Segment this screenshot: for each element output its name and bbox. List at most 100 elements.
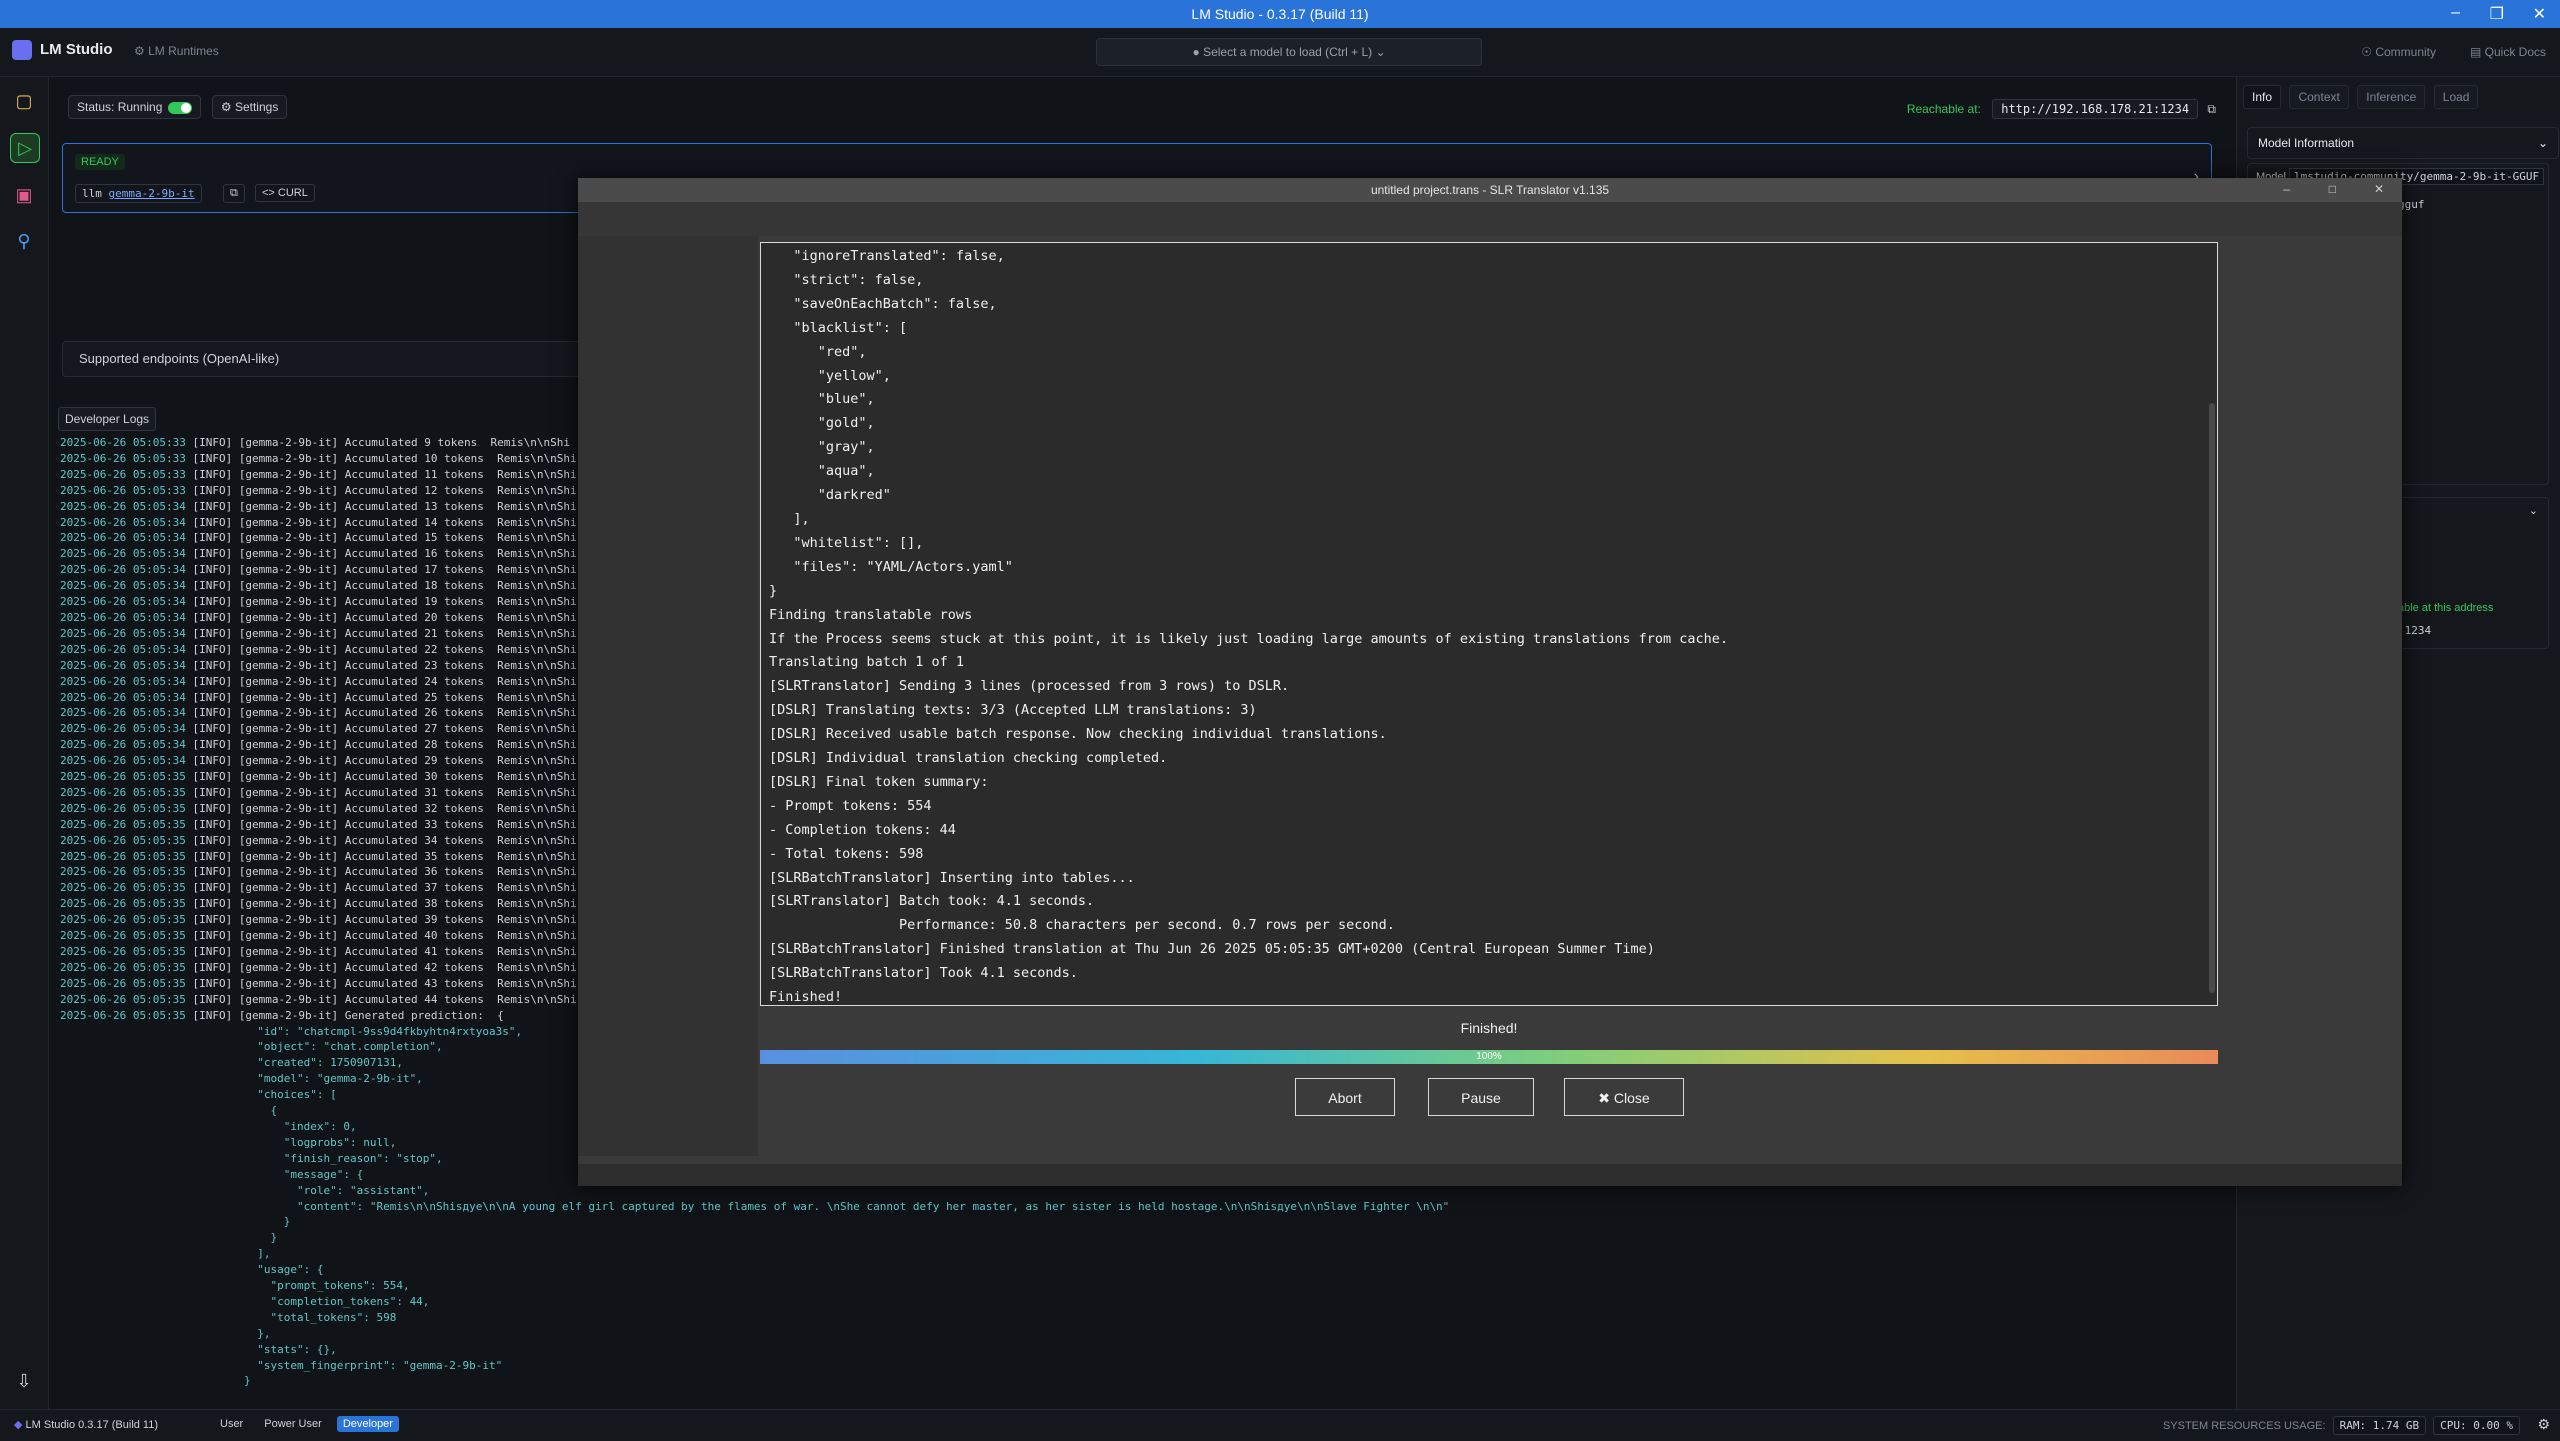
chat-icon[interactable]: ▢	[10, 87, 38, 115]
reachable-at: Reachable at: http://192.168.178.21:1234…	[1907, 99, 2216, 119]
progress-bar: 100%	[760, 1050, 2218, 1064]
log-message: [gemma-2-9b-it] Accumulated 33 tokens Re…	[238, 817, 577, 831]
resource-usage: SYSTEM RESOURCES USAGE: RAM: 1.74 GB CPU…	[2163, 1416, 2520, 1435]
running-switch[interactable]	[168, 101, 193, 114]
background-statusbar	[578, 1164, 2402, 1186]
background-sidebar	[578, 236, 758, 1156]
developer-logs-tab[interactable]: Developer Logs	[58, 407, 157, 431]
search-icon[interactable]: ⚲	[10, 227, 38, 255]
model-information-header[interactable]: Model Information ⌄	[2247, 127, 2559, 159]
log-json-line: "completion_tokens": 44,	[244, 1294, 430, 1308]
mode-power-user[interactable]: Power User	[258, 1416, 327, 1432]
log-level: [INFO]	[192, 595, 239, 609]
log-level: [INFO]	[192, 706, 239, 720]
log-timestamp: 2025-06-26 05:05:35	[60, 785, 193, 799]
abort-button[interactable]: Abort	[1295, 1078, 1395, 1116]
log-level: [INFO]	[192, 467, 239, 481]
model-select-label: Select a model to load (Ctrl + L)	[1203, 45, 1373, 59]
tab-inference[interactable]: Inference	[2357, 85, 2426, 109]
brand-label: LM Studio	[40, 40, 113, 58]
community-link[interactable]: ☉ Community	[2361, 45, 2436, 59]
log-message: [gemma-2-9b-it] Accumulated 25 tokens Re…	[238, 690, 577, 704]
log-timestamp: 2025-06-26 05:05:34	[60, 674, 193, 688]
log-message: [gemma-2-9b-it] Accumulated 9 tokens Rem…	[238, 436, 570, 449]
tab-load[interactable]: Load	[2433, 85, 2479, 109]
log-message: [gemma-2-9b-it] Accumulated 37 tokens Re…	[238, 881, 577, 895]
model-name[interactable]: gemma-2-9b-it	[109, 187, 195, 200]
minimize-icon[interactable]: –	[2283, 182, 2290, 196]
status-toggle[interactable]: Status: Running	[68, 95, 202, 119]
close-icon[interactable]: ✕	[2533, 4, 2546, 24]
log-level: [INFO]	[192, 976, 239, 990]
log-level: [INFO]	[192, 674, 239, 688]
model-select[interactable]: ● Select a model to load (Ctrl + L) ⌄	[1096, 38, 1482, 66]
chevron-down-icon[interactable]: ⌄	[2529, 504, 2538, 517]
log-timestamp: 2025-06-26 05:05:33	[60, 451, 193, 465]
lm-runtimes-link[interactable]: ⚙ LM Runtimes	[134, 44, 219, 58]
right-tabs: Info Context Inference Load	[2243, 85, 2482, 109]
log-timestamp: 2025-06-26 05:05:35	[60, 992, 193, 1006]
close-button[interactable]: ✖ Close	[1564, 1078, 1684, 1116]
log-timestamp: 2025-06-26 05:05:34	[60, 658, 193, 672]
mode-developer[interactable]: Developer	[336, 1416, 399, 1432]
slr-translator-window: untitled project.trans - SLR Translator …	[578, 178, 2402, 1186]
log-level: [INFO]	[192, 547, 239, 561]
log-json-line: "stats": {},	[244, 1342, 337, 1356]
log-level: [INFO]	[192, 849, 239, 863]
pause-button[interactable]: Pause	[1428, 1078, 1534, 1116]
log-json-line: "prompt_tokens": 554,	[244, 1279, 410, 1293]
log-message: [gemma-2-9b-it] Accumulated 20 tokens Re…	[238, 610, 577, 624]
community-label: Community	[2375, 45, 2436, 59]
log-message: [gemma-2-9b-it] Accumulated 22 tokens Re…	[238, 642, 577, 656]
log-json-line: "usage": {	[244, 1263, 324, 1277]
log-level: [INFO]	[192, 865, 239, 879]
settings-button[interactable]: ⚙ Settings	[211, 95, 288, 119]
quick-docs-link[interactable]: ▤ Quick Docs	[2470, 45, 2546, 59]
log-json-line: "total_tokens": 598	[244, 1310, 397, 1324]
chevron-down-icon: ⌄	[2537, 136, 2548, 150]
tab-info[interactable]: Info	[2243, 85, 2282, 109]
port-fragment: :1234	[2398, 624, 2432, 637]
log-timestamp: 2025-06-26 05:05:34	[60, 563, 193, 577]
tab-context[interactable]: Context	[2289, 85, 2349, 109]
close-icon[interactable]: ✕	[2374, 182, 2384, 196]
supported-endpoints[interactable]: Supported endpoints (OpenAI-like)	[62, 341, 640, 377]
log-message: [gemma-2-9b-it] Accumulated 18 tokens Re…	[238, 579, 577, 593]
log-message: [gemma-2-9b-it] Accumulated 40 tokens Re…	[238, 929, 577, 943]
console-scrollbar[interactable]	[2209, 403, 2215, 993]
chip-icon: ●	[1192, 45, 1200, 59]
curl-button[interactable]: <> CURL	[255, 184, 315, 202]
maximize-icon[interactable]: □	[2329, 182, 2336, 196]
reachable-url[interactable]: http://192.168.178.21:1234	[1992, 99, 2199, 119]
log-timestamp: 2025-06-26 05:05:35	[60, 801, 193, 815]
log-message: [gemma-2-9b-it] Accumulated 32 tokens Re…	[238, 801, 577, 815]
lmstudio-logo-icon	[12, 40, 32, 60]
endpoints-label: Supported endpoints (OpenAI-like)	[79, 351, 280, 366]
folder-icon[interactable]: ▣	[10, 181, 38, 209]
mode-user[interactable]: User	[214, 1416, 249, 1432]
log-message: [gemma-2-9b-it] Accumulated 11 tokens Re…	[238, 467, 577, 481]
restore-icon[interactable]: ❐	[2490, 4, 2504, 24]
log-level: [INFO]	[192, 1008, 239, 1022]
log-timestamp: 2025-06-26 05:05:34	[60, 642, 193, 656]
copy-model-button[interactable]: ⧉	[223, 184, 245, 203]
minimize-icon[interactable]: –	[2451, 4, 2460, 22]
log-level: [INFO]	[192, 531, 239, 545]
log-timestamp: 2025-06-26 05:05:35	[60, 881, 193, 895]
log-timestamp: 2025-06-26 05:05:35	[60, 897, 193, 911]
model-identifier[interactable]: llm gemma-2-9b-it	[75, 184, 202, 203]
log-json-line: }	[244, 1215, 291, 1229]
log-timestamp: 2025-06-26 05:05:33	[60, 483, 193, 497]
gear-icon[interactable]: ⚙	[2537, 1416, 2550, 1433]
devlogs-label: Developer Logs	[65, 412, 150, 426]
quick-docs-label: Quick Docs	[2484, 45, 2546, 59]
log-level: [INFO]	[192, 515, 239, 529]
download-icon[interactable]: ⇩	[10, 1367, 38, 1395]
settings-icon: ⚙	[220, 100, 232, 114]
log-message: [gemma-2-9b-it] Accumulated 14 tokens Re…	[238, 515, 577, 529]
developer-icon[interactable]: ▷	[10, 133, 40, 163]
log-level: [INFO]	[192, 770, 239, 784]
log-timestamp: 2025-06-26 05:05:34	[60, 515, 193, 529]
copy-icon[interactable]: ⧉	[2207, 102, 2216, 116]
log-timestamp: 2025-06-26 05:05:34	[60, 738, 193, 752]
